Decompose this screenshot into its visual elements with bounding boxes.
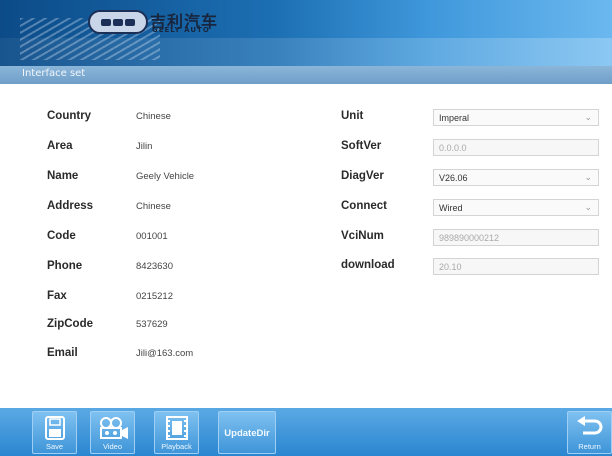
code-label: Code xyxy=(47,230,76,242)
chevron-down-icon: ⌄ xyxy=(584,202,592,212)
connect-dropdown[interactable]: Wired ⌄ xyxy=(433,199,599,216)
diagver-value: V26.06 xyxy=(439,172,468,183)
geely-logo-icon xyxy=(88,10,148,34)
title-bar: Interface set xyxy=(0,66,612,84)
vcinum-label: VciNum xyxy=(341,230,384,242)
header-banner: 吉利汽车 GEELY AUTO xyxy=(0,0,612,66)
area-value: Jilin xyxy=(136,141,153,152)
address-label: Address xyxy=(47,200,94,212)
download-label: download xyxy=(341,259,395,271)
area-label: Area xyxy=(47,140,73,152)
chevron-down-icon: ⌄ xyxy=(584,172,592,182)
connect-label: Connect xyxy=(341,200,387,212)
interface-set-screen: 吉利汽车 GEELY AUTO Interface set Country Ch… xyxy=(0,0,612,456)
email-value: Jili@163.com xyxy=(136,348,194,359)
video-label: Video xyxy=(102,442,123,451)
zipcode-value: 537629 xyxy=(136,319,168,330)
country-label: Country xyxy=(47,110,92,122)
vcinum-field: 989890000212 xyxy=(433,229,599,246)
download-value: 20.10 xyxy=(439,261,462,272)
zipcode-label: ZipCode xyxy=(47,318,93,330)
playback-label: Playback xyxy=(161,442,192,451)
brand-name-en: GEELY AUTO xyxy=(152,26,210,34)
fax-label: Fax xyxy=(47,290,67,302)
fax-value: 0215212 xyxy=(136,291,173,302)
email-label: Email xyxy=(47,347,78,359)
code-value: 001001 xyxy=(136,231,168,242)
update-dir-button[interactable]: UpdateDir xyxy=(218,411,276,454)
video-camera-icon xyxy=(99,417,128,439)
save-button[interactable]: Save xyxy=(32,411,77,454)
update-dir-label: UpdateDir xyxy=(224,428,270,439)
return-button[interactable]: Return xyxy=(567,411,612,454)
name-label: Name xyxy=(47,170,79,182)
vcinum-value: 989890000212 xyxy=(439,232,500,243)
phone-label: Phone xyxy=(47,260,83,272)
phone-value: 8423630 xyxy=(136,261,173,272)
unit-label: Unit xyxy=(341,110,364,122)
softver-label: SoftVer xyxy=(341,140,382,152)
address-value: Chinese xyxy=(136,201,171,212)
page-title: Interface set xyxy=(22,68,86,79)
floppy-disk-icon xyxy=(44,416,65,440)
return-label: Return xyxy=(578,442,601,451)
name-value: Geely Vehicle xyxy=(136,171,195,182)
playback-button[interactable]: Playback xyxy=(154,411,199,454)
softver-field: 0.0.0.0 xyxy=(433,139,599,156)
video-button[interactable]: Video xyxy=(90,411,135,454)
unit-dropdown[interactable]: Imperal ⌄ xyxy=(433,109,599,126)
softver-value: 0.0.0.0 xyxy=(439,142,467,153)
diagver-label: DiagVer xyxy=(341,170,384,182)
unit-value: Imperal xyxy=(439,112,470,123)
chevron-down-icon: ⌄ xyxy=(584,112,592,122)
diagver-dropdown[interactable]: V26.06 ⌄ xyxy=(433,169,599,186)
film-strip-icon xyxy=(165,416,188,440)
save-label: Save xyxy=(45,442,64,451)
download-field: 20.10 xyxy=(433,258,599,275)
country-value: Chinese xyxy=(136,111,171,122)
connect-value: Wired xyxy=(439,202,463,213)
return-arrow-icon xyxy=(576,416,602,435)
